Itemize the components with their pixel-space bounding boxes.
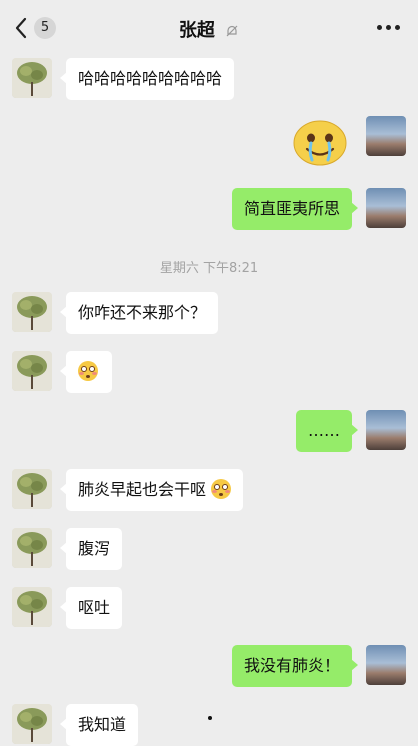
contact-avatar[interactable] xyxy=(12,528,52,568)
message-timestamp: 星期六 下午8:21 xyxy=(159,261,259,276)
message-bubble[interactable]: 呕吐 xyxy=(59,587,123,629)
message-bubble[interactable]: 腹泻 xyxy=(59,528,123,570)
tree-avatar-icon xyxy=(12,469,52,509)
my-avatar[interactable] xyxy=(366,116,406,156)
tree-avatar-icon xyxy=(12,704,52,744)
flushed-face-emoji-icon xyxy=(211,479,232,499)
tree-avatar-icon xyxy=(12,292,52,332)
tree-avatar-icon xyxy=(12,587,52,627)
contact-avatar[interactable] xyxy=(12,351,52,391)
message-bubble[interactable]: …… xyxy=(296,410,358,452)
message-bubble[interactable] xyxy=(60,351,112,393)
flushed-face-emoji-icon xyxy=(78,361,98,381)
message-bubble[interactable]: 简直匪夷所思 xyxy=(231,188,359,230)
stray-dot xyxy=(208,716,212,720)
my-avatar[interactable] xyxy=(366,188,406,228)
tree-avatar-icon xyxy=(12,528,52,568)
message-text: 肺炎早起也会干呕 xyxy=(78,480,207,499)
contact-avatar[interactable] xyxy=(12,587,52,627)
contact-avatar[interactable] xyxy=(12,58,52,98)
mute-bell-icon xyxy=(226,25,238,37)
message-bubble[interactable]: 肺炎早起也会干呕 xyxy=(59,469,244,511)
tree-avatar-icon xyxy=(12,351,52,391)
contact-avatar[interactable] xyxy=(12,704,52,744)
message-bubble[interactable]: 你咋还不来那个？ xyxy=(59,292,219,334)
crying-smile-sticker-icon[interactable] xyxy=(290,116,350,168)
chat-title: 张超 xyxy=(0,16,418,42)
chat-header: 5 张超 xyxy=(0,0,418,56)
more-dots-icon xyxy=(377,25,382,30)
contact-avatar[interactable] xyxy=(12,292,52,332)
contact-name: 张超 xyxy=(178,20,215,41)
message-bubble[interactable]: 哈哈哈哈哈哈哈哈哈 xyxy=(59,58,235,100)
tree-avatar-icon xyxy=(12,58,52,98)
more-options-button[interactable] xyxy=(377,25,400,30)
my-avatar[interactable] xyxy=(366,645,406,685)
my-avatar[interactable] xyxy=(366,410,406,450)
contact-avatar[interactable] xyxy=(12,469,52,509)
message-bubble[interactable]: 我知道 xyxy=(59,704,139,746)
message-bubble[interactable]: 我没有肺炎！ xyxy=(231,645,359,687)
